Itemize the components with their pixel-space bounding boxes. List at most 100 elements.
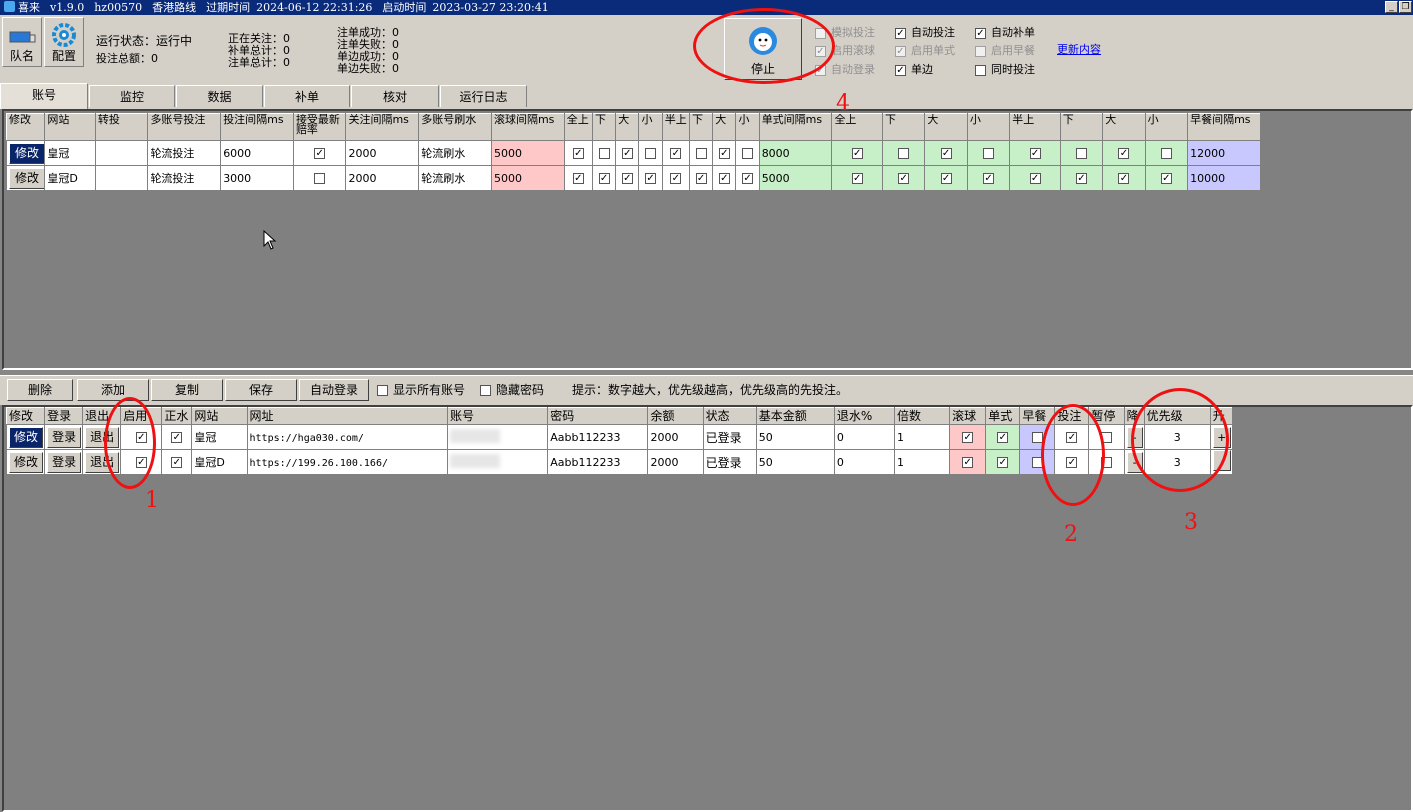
check-icon[interactable]: ✓ xyxy=(983,173,995,184)
multi-account-mode-cell[interactable]: 轮流投注 xyxy=(147,140,222,166)
stop-button[interactable]: 停止 xyxy=(724,18,802,80)
rolling-cell[interactable]: ✓ xyxy=(949,424,987,450)
check-icon[interactable]: ✓ xyxy=(171,457,183,468)
check-icon[interactable]: ✓ xyxy=(670,148,682,159)
check-icon[interactable]: ✓ xyxy=(621,173,633,184)
login-button[interactable]: 登录 xyxy=(47,451,82,473)
priority-cell[interactable]: 3 xyxy=(1143,449,1211,475)
rebate-cell[interactable]: 0 xyxy=(833,449,896,475)
single-interval-cell[interactable]: 8000 xyxy=(758,140,833,166)
early-cell[interactable] xyxy=(1019,424,1056,450)
pause-cell[interactable] xyxy=(1088,449,1125,475)
check-icon[interactable]: ✓ xyxy=(1066,432,1078,443)
update-content-link[interactable]: 更新内容 xyxy=(1057,43,1101,56)
login-cell[interactable]: 登录 xyxy=(44,449,84,475)
single-option-cell[interactable]: ✓ xyxy=(966,165,1011,191)
single-option-cell[interactable]: ✓ xyxy=(1102,165,1146,191)
check-icon[interactable]: ✓ xyxy=(851,148,863,159)
rolling-option-cell[interactable]: ✓ xyxy=(638,165,663,191)
logout-cell[interactable]: 退出 xyxy=(82,449,122,475)
rolling-option-cell[interactable]: ✓ xyxy=(688,165,714,191)
enable-cell[interactable]: ✓ xyxy=(120,424,163,450)
single-option-cell[interactable]: ✓ xyxy=(924,165,968,191)
logout-cell[interactable]: 退出 xyxy=(82,424,122,450)
single-cell[interactable]: ✓ xyxy=(985,449,1021,475)
checkbox-box[interactable] xyxy=(1031,457,1043,468)
priority-down-button[interactable]: - xyxy=(1126,451,1143,473)
rolling-option-cell[interactable]: ✓ xyxy=(735,165,760,191)
check-icon[interactable]: ✓ xyxy=(572,148,584,159)
check-icon[interactable]: ✓ xyxy=(171,432,183,443)
bet-interval-cell[interactable]: 6000 xyxy=(220,140,294,166)
check-icon[interactable]: ✓ xyxy=(718,173,730,184)
multiple-cell[interactable]: 1 xyxy=(894,449,951,475)
rolling-option-cell[interactable]: ✓ xyxy=(712,140,737,166)
priority-up-button[interactable] xyxy=(1212,450,1231,471)
config-button[interactable]: 配置 xyxy=(44,17,84,67)
transfer-cell[interactable] xyxy=(94,165,149,191)
rolling-interval-cell[interactable]: 5000 xyxy=(490,165,565,191)
checkbox-box[interactable] xyxy=(1101,432,1113,443)
single-side-checkbox[interactable]: ✓ 单边 xyxy=(895,63,933,76)
show-all-accounts-checkbox[interactable]: 显示所有账号 xyxy=(377,384,465,397)
priority-up-button[interactable]: + xyxy=(1212,426,1231,448)
tab-run-log[interactable]: 运行日志 xyxy=(440,85,527,107)
check-icon[interactable]: ✓ xyxy=(1029,173,1041,184)
single-interval-cell[interactable]: 5000 xyxy=(758,165,833,191)
priority-down-cell[interactable]: - xyxy=(1123,449,1145,475)
auto-login-button[interactable]: 自动登录 xyxy=(299,379,369,401)
logout-button[interactable]: 退出 xyxy=(85,451,120,473)
check-icon[interactable]: ✓ xyxy=(718,148,730,159)
logout-button[interactable]: 退出 xyxy=(85,426,120,448)
rolling-option-cell[interactable]: ✓ xyxy=(563,140,594,166)
check-icon[interactable]: ✓ xyxy=(135,457,147,468)
login-button[interactable]: 登录 xyxy=(47,426,82,448)
priority-down-button[interactable]: - xyxy=(1126,426,1143,448)
url-cell[interactable]: https://199.26.100.166/ xyxy=(246,449,449,475)
base-amount-cell[interactable]: 50 xyxy=(755,449,835,475)
rolling-option-cell[interactable]: ✓ xyxy=(591,165,617,191)
refresh-mode-cell[interactable]: 轮流刷水 xyxy=(418,140,492,166)
bet-cell[interactable]: ✓ xyxy=(1054,449,1090,475)
checkbox-box[interactable] xyxy=(598,148,610,159)
edit-button[interactable]: 修改 xyxy=(9,451,43,473)
bet-interval-cell[interactable]: 3000 xyxy=(220,165,294,191)
check-icon[interactable]: ✓ xyxy=(962,457,974,468)
rolling-option-cell[interactable]: ✓ xyxy=(661,140,690,166)
check-icon[interactable]: ✓ xyxy=(962,432,974,443)
hide-password-checkbox[interactable]: 隐藏密码 xyxy=(480,384,544,397)
edit-cell[interactable]: 修改 xyxy=(5,449,46,475)
checkbox-box[interactable] xyxy=(645,148,657,159)
tab-check[interactable]: 核对 xyxy=(351,85,439,107)
rolling-option-cell[interactable]: ✓ xyxy=(712,165,737,191)
check-icon[interactable]: ✓ xyxy=(940,173,952,184)
enable-rolling-checkbox[interactable]: ✓ 启用滚球 xyxy=(815,44,875,57)
rolling-cell[interactable]: ✓ xyxy=(949,449,987,475)
bet-cell[interactable]: ✓ xyxy=(1054,424,1090,450)
minimize-button[interactable]: _ xyxy=(1385,1,1398,13)
checkbox-box[interactable] xyxy=(1101,457,1113,468)
edit-button[interactable]: 修改 xyxy=(9,142,44,164)
copy-button[interactable]: 复制 xyxy=(151,379,223,401)
check-icon[interactable]: ✓ xyxy=(898,173,910,184)
single-option-cell[interactable] xyxy=(881,140,926,166)
delete-button[interactable]: 删除 xyxy=(7,379,73,401)
transfer-cell[interactable] xyxy=(94,140,149,166)
check-icon[interactable]: ✓ xyxy=(598,173,610,184)
auto-bet-checkbox[interactable]: ✓ 自动投注 xyxy=(895,26,955,39)
checkbox-box[interactable] xyxy=(898,148,910,159)
single-option-cell[interactable]: ✓ xyxy=(1009,165,1061,191)
positive-water-cell[interactable]: ✓ xyxy=(161,424,193,450)
checkbox-box[interactable] xyxy=(1076,148,1087,159)
base-amount-cell[interactable]: 50 xyxy=(755,424,835,450)
edit-cell[interactable]: 修改 xyxy=(5,165,46,191)
single-option-cell[interactable] xyxy=(1144,140,1189,166)
rolling-option-cell[interactable] xyxy=(591,140,617,166)
priority-down-cell[interactable]: - xyxy=(1123,424,1145,450)
rolling-option-cell[interactable]: ✓ xyxy=(563,165,594,191)
rolling-option-cell[interactable] xyxy=(638,140,663,166)
enable-single-checkbox[interactable]: ✓ 启用单式 xyxy=(895,44,955,57)
single-option-cell[interactable]: ✓ xyxy=(924,140,968,166)
single-option-cell[interactable] xyxy=(1059,140,1104,166)
single-option-cell[interactable]: ✓ xyxy=(1144,165,1189,191)
